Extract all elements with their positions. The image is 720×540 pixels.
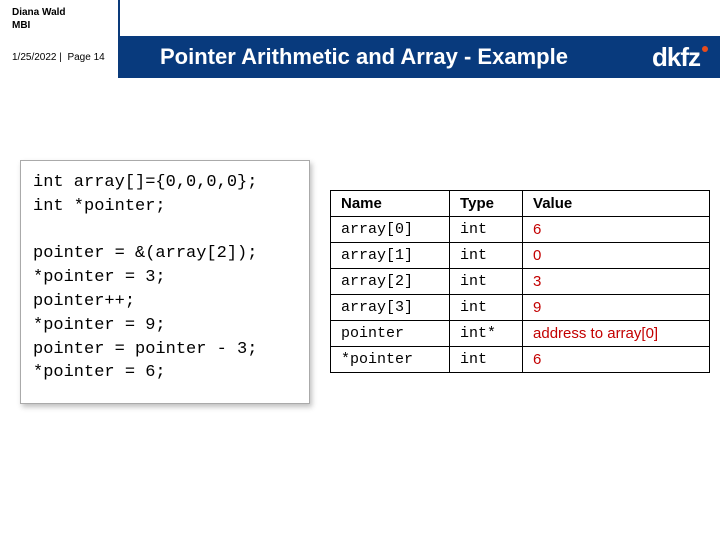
cell-value: 3 [523, 269, 710, 295]
cell-value: 9 [523, 295, 710, 321]
slide-date: 1/25/2022 [12, 52, 57, 63]
content-area: int array[]={0,0,0,0}; int *pointer; poi… [20, 160, 710, 404]
cell-type: int [450, 243, 523, 269]
col-type: Type [450, 191, 523, 217]
table-wrap: Name Type Value array[0] int 6 array[1] … [330, 160, 710, 404]
author-dept: MBI [12, 19, 118, 32]
table-row: array[1] int 0 [331, 243, 710, 269]
memory-table: Name Type Value array[0] int 6 array[1] … [330, 190, 710, 373]
cell-type: int [450, 269, 523, 295]
col-name: Name [331, 191, 450, 217]
cell-name: array[3] [331, 295, 450, 321]
slide-header: Diana Wald MBI 1/25/2022 | Page 14 Point… [0, 0, 720, 78]
table-row: pointer int* address to array[0] [331, 321, 710, 347]
table-header-row: Name Type Value [331, 191, 710, 217]
cell-type: int* [450, 321, 523, 347]
author-block: Diana Wald MBI [0, 0, 120, 36]
cell-name: array[0] [331, 217, 450, 243]
cell-name: pointer [331, 321, 450, 347]
logo-text: dkfz [652, 42, 700, 72]
col-value: Value [523, 191, 710, 217]
table-row: array[2] int 3 [331, 269, 710, 295]
cell-type: int [450, 347, 523, 373]
slide-title: Pointer Arithmetic and Array - Example [160, 44, 568, 70]
date-page-block: 1/25/2022 | Page 14 [0, 36, 120, 78]
title-bar: Pointer Arithmetic and Array - Example d… [120, 36, 720, 78]
cell-name: array[1] [331, 243, 450, 269]
table-row: array[0] int 6 [331, 217, 710, 243]
logo: dkfz [652, 42, 708, 73]
logo-dot-icon [702, 46, 708, 52]
table-row: *pointer int 6 [331, 347, 710, 373]
table-row: array[3] int 9 [331, 295, 710, 321]
cell-type: int [450, 295, 523, 321]
author-name: Diana Wald [12, 6, 118, 19]
cell-name: *pointer [331, 347, 450, 373]
slide-page: Page 14 [67, 52, 104, 63]
cell-value: 6 [523, 347, 710, 373]
separator: | [57, 52, 68, 63]
cell-type: int [450, 217, 523, 243]
cell-value: 0 [523, 243, 710, 269]
cell-value: 6 [523, 217, 710, 243]
cell-name: array[2] [331, 269, 450, 295]
cell-value: address to array[0] [523, 321, 710, 347]
code-box: int array[]={0,0,0,0}; int *pointer; poi… [20, 160, 310, 404]
